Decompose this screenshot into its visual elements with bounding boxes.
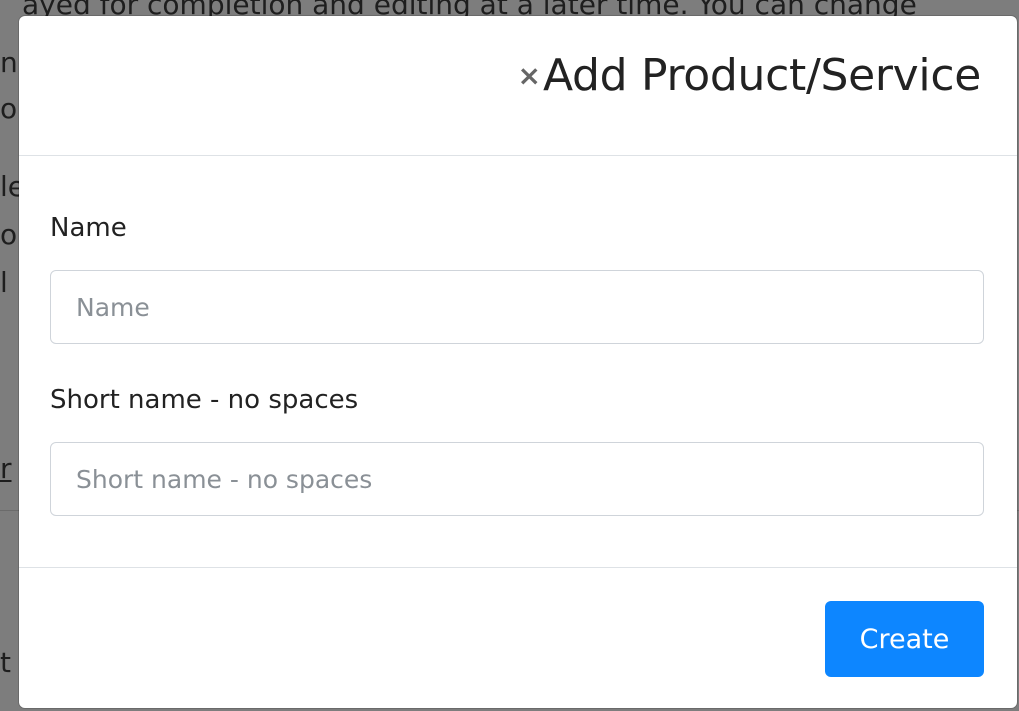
- modal-title: Add Product/Service: [543, 50, 981, 101]
- close-icon[interactable]: ×: [518, 62, 541, 90]
- background-link: r: [0, 452, 12, 485]
- modal-body: Name Short name - no spaces: [19, 157, 1017, 567]
- background-text-line: t: [0, 646, 11, 679]
- short-name-label: Short name - no spaces: [50, 385, 359, 415]
- background-text-line: n: [0, 46, 18, 79]
- name-label: Name: [50, 213, 127, 243]
- create-button[interactable]: Create: [825, 601, 984, 677]
- background-text-line: o: [0, 92, 18, 125]
- add-product-modal: × Add Product/Service Name Short name - …: [19, 16, 1017, 708]
- modal-footer: Create: [19, 567, 1017, 708]
- background-text-line: l: [0, 266, 8, 299]
- modal-header: × Add Product/Service: [19, 16, 1017, 156]
- short-name-input[interactable]: [50, 442, 984, 516]
- name-input[interactable]: [50, 270, 984, 344]
- modal-header-row: × Add Product/Service: [518, 46, 982, 106]
